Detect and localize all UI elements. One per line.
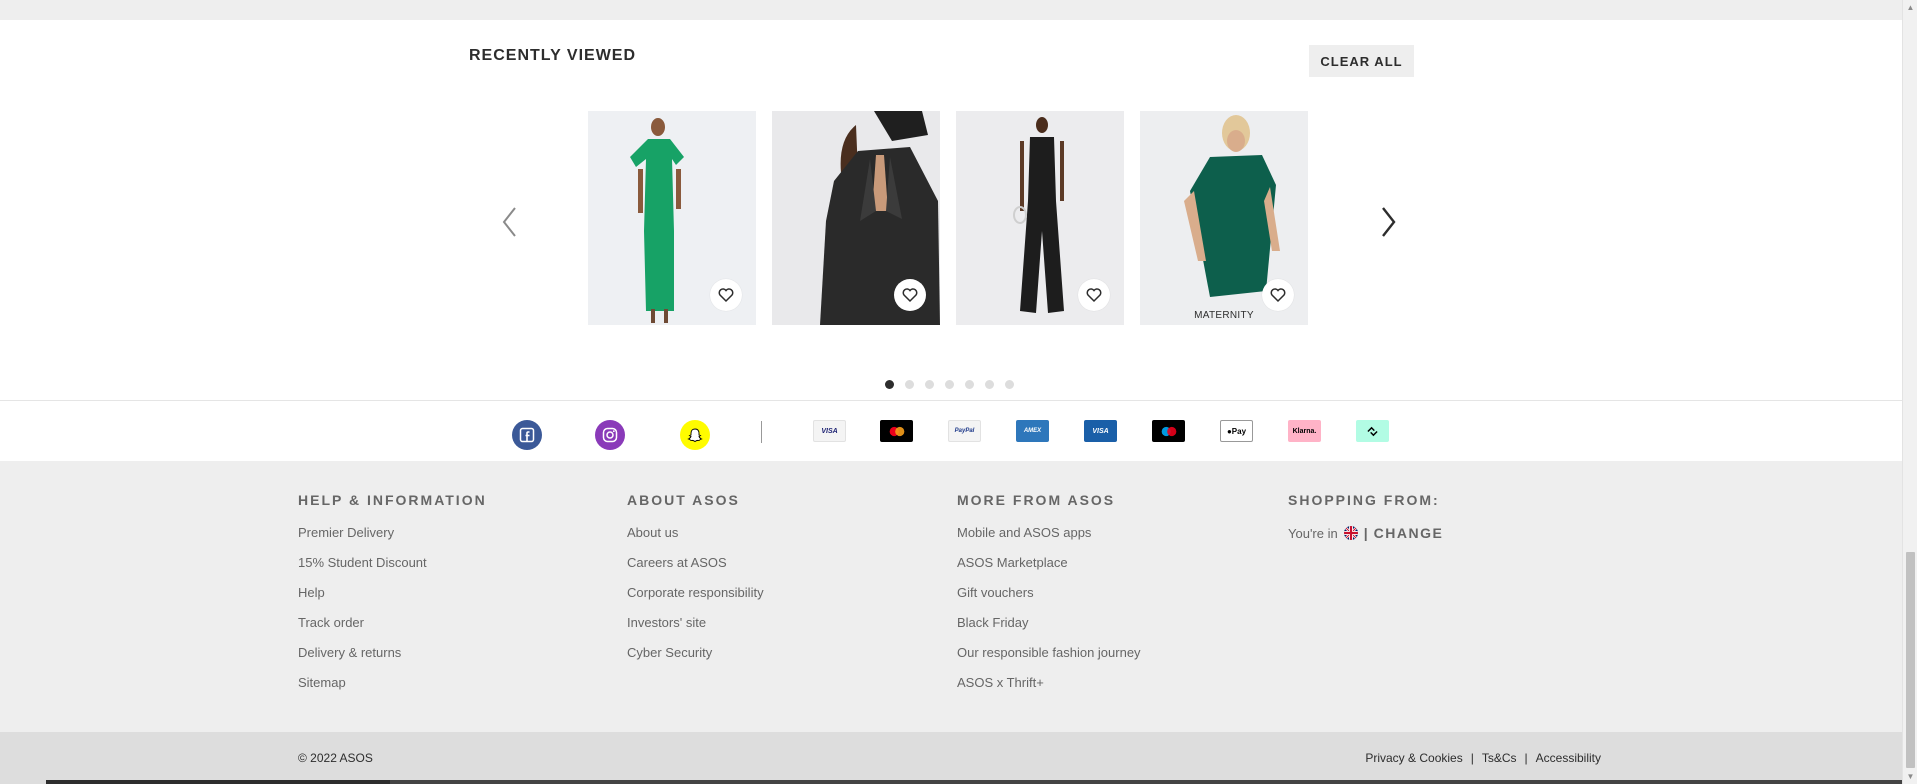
apple-pay-label: Pay [1231, 426, 1247, 436]
heart-icon [1086, 288, 1102, 303]
scrollbar-thumb[interactable] [1906, 552, 1915, 768]
carousel-pagination [885, 380, 1014, 389]
product-card[interactable]: MATERNITY [1140, 111, 1308, 325]
product-card[interactable] [588, 111, 756, 325]
snapchat-link[interactable] [680, 420, 710, 450]
footer-link[interactable]: Mobile and ASOS apps [957, 525, 1141, 555]
uk-flag-icon [1343, 526, 1358, 540]
pagination-dot[interactable] [945, 380, 954, 389]
pagination-dot[interactable] [885, 380, 894, 389]
footer-col-about: ABOUT ASOS About us Careers at ASOS Corp… [627, 492, 764, 675]
amex-icon: AMEX [1016, 420, 1049, 442]
save-for-later-button[interactable] [894, 279, 926, 311]
footer-link[interactable]: Careers at ASOS [627, 555, 764, 585]
footer-col-heading: MORE FROM ASOS [957, 492, 1116, 508]
social-payment-divider [761, 421, 762, 443]
footer-link[interactable]: Our responsible fashion journey [957, 645, 1141, 675]
privacy-cookies-link[interactable]: Privacy & Cookies [1365, 751, 1462, 765]
bottom-edge-line [46, 780, 390, 784]
paypal-icon: PayPal [948, 420, 981, 442]
product-card[interactable] [956, 111, 1124, 325]
facebook-link[interactable] [512, 420, 542, 450]
instagram-icon [602, 427, 618, 443]
footer-link[interactable]: Black Friday [957, 615, 1141, 645]
copyright-text: © 2022 ASOS [298, 751, 373, 765]
visa-icon: VISA [813, 420, 846, 442]
snapchat-icon [687, 428, 703, 443]
terms-link[interactable]: Ts&Cs [1482, 751, 1517, 765]
footer-col-heading: SHOPPING FROM: [1288, 492, 1440, 508]
save-for-later-button[interactable] [710, 279, 742, 311]
chevron-left-icon [502, 207, 516, 237]
chevron-right-icon [1382, 207, 1396, 237]
maestro-icon [1152, 420, 1185, 442]
site-footer: HELP & INFORMATION Premier Delivery 15% … [0, 461, 1902, 733]
shopping-from-line: You're in | CHANGE [1288, 525, 1443, 541]
product-badge: MATERNITY [1194, 310, 1254, 321]
save-for-later-button[interactable] [1262, 279, 1294, 311]
change-country-link[interactable]: CHANGE [1374, 525, 1444, 541]
scroll-up-icon[interactable]: ▲ [1906, 3, 1915, 12]
heart-icon [1270, 288, 1286, 303]
recently-viewed-title: RECENTLY VIEWED [469, 47, 637, 64]
footer-col-shopping: SHOPPING FROM: You're in | CHANGE [1288, 492, 1443, 541]
clear-all-button[interactable]: CLEAR ALL [1309, 45, 1414, 77]
footer-link[interactable]: Gift vouchers [957, 585, 1141, 615]
pagination-dot[interactable] [965, 380, 974, 389]
shopping-separator: | [1363, 525, 1368, 541]
social-payment-bar: VISA PayPal AMEX VISA ● Pay Klarna. [0, 400, 1902, 461]
carousel-next-button[interactable] [1374, 202, 1404, 242]
page-scrollbar[interactable]: ▲ ▼ [1902, 0, 1917, 784]
carousel-prev-button[interactable] [494, 202, 524, 242]
klarna-icon: Klarna. [1288, 420, 1321, 442]
legal-separator: | [1524, 751, 1528, 765]
footer-link[interactable]: ASOS x Thrift+ [957, 675, 1141, 705]
mastercard-icon [880, 420, 913, 442]
footer-link[interactable]: ASOS Marketplace [957, 555, 1141, 585]
footer-link[interactable]: Help [298, 585, 487, 615]
footer-col-heading: HELP & INFORMATION [298, 492, 487, 508]
legal-links: Privacy & Cookies | Ts&Cs | Accessibilit… [1365, 751, 1601, 765]
footer-link[interactable]: Delivery & returns [298, 645, 487, 675]
visa-electron-icon: VISA [1084, 420, 1117, 442]
footer-link[interactable]: Sitemap [298, 675, 487, 705]
footer-link[interactable]: About us [627, 525, 764, 555]
accessibility-link[interactable]: Accessibility [1536, 751, 1601, 765]
pagination-dot[interactable] [985, 380, 994, 389]
footer-col-help: HELP & INFORMATION Premier Delivery 15% … [298, 492, 487, 705]
heart-icon [902, 288, 918, 303]
save-for-later-button[interactable] [1078, 279, 1110, 311]
bottom-edge-line [390, 780, 1902, 784]
clearpay-icon [1356, 420, 1389, 442]
product-card[interactable] [772, 111, 940, 325]
footer-link[interactable]: Cyber Security [627, 645, 764, 675]
top-strip [0, 0, 1902, 20]
apple-pay-icon: ● Pay [1220, 420, 1253, 442]
footer-link[interactable]: Track order [298, 615, 487, 645]
footer-col-more: MORE FROM ASOS Mobile and ASOS apps ASOS… [957, 492, 1141, 705]
youre-in-label: You're in [1288, 525, 1338, 541]
heart-icon [718, 288, 734, 303]
pagination-dot[interactable] [905, 380, 914, 389]
facebook-icon [519, 427, 535, 443]
footer-link[interactable]: Premier Delivery [298, 525, 487, 555]
footer-link[interactable]: 15% Student Discount [298, 555, 487, 585]
recently-viewed-section: RECENTLY VIEWED CLEAR ALL MATERNITY [0, 20, 1902, 400]
pagination-dot[interactable] [1005, 380, 1014, 389]
pagination-dot[interactable] [925, 380, 934, 389]
instagram-link[interactable] [595, 420, 625, 450]
footer-link[interactable]: Investors' site [627, 615, 764, 645]
footer-col-heading: ABOUT ASOS [627, 492, 740, 508]
scroll-down-icon[interactable]: ▼ [1906, 772, 1915, 781]
footer-bottom-bar: © 2022 ASOS Privacy & Cookies | Ts&Cs | … [0, 732, 1902, 784]
legal-separator: | [1470, 751, 1474, 765]
footer-link[interactable]: Corporate responsibility [627, 585, 764, 615]
